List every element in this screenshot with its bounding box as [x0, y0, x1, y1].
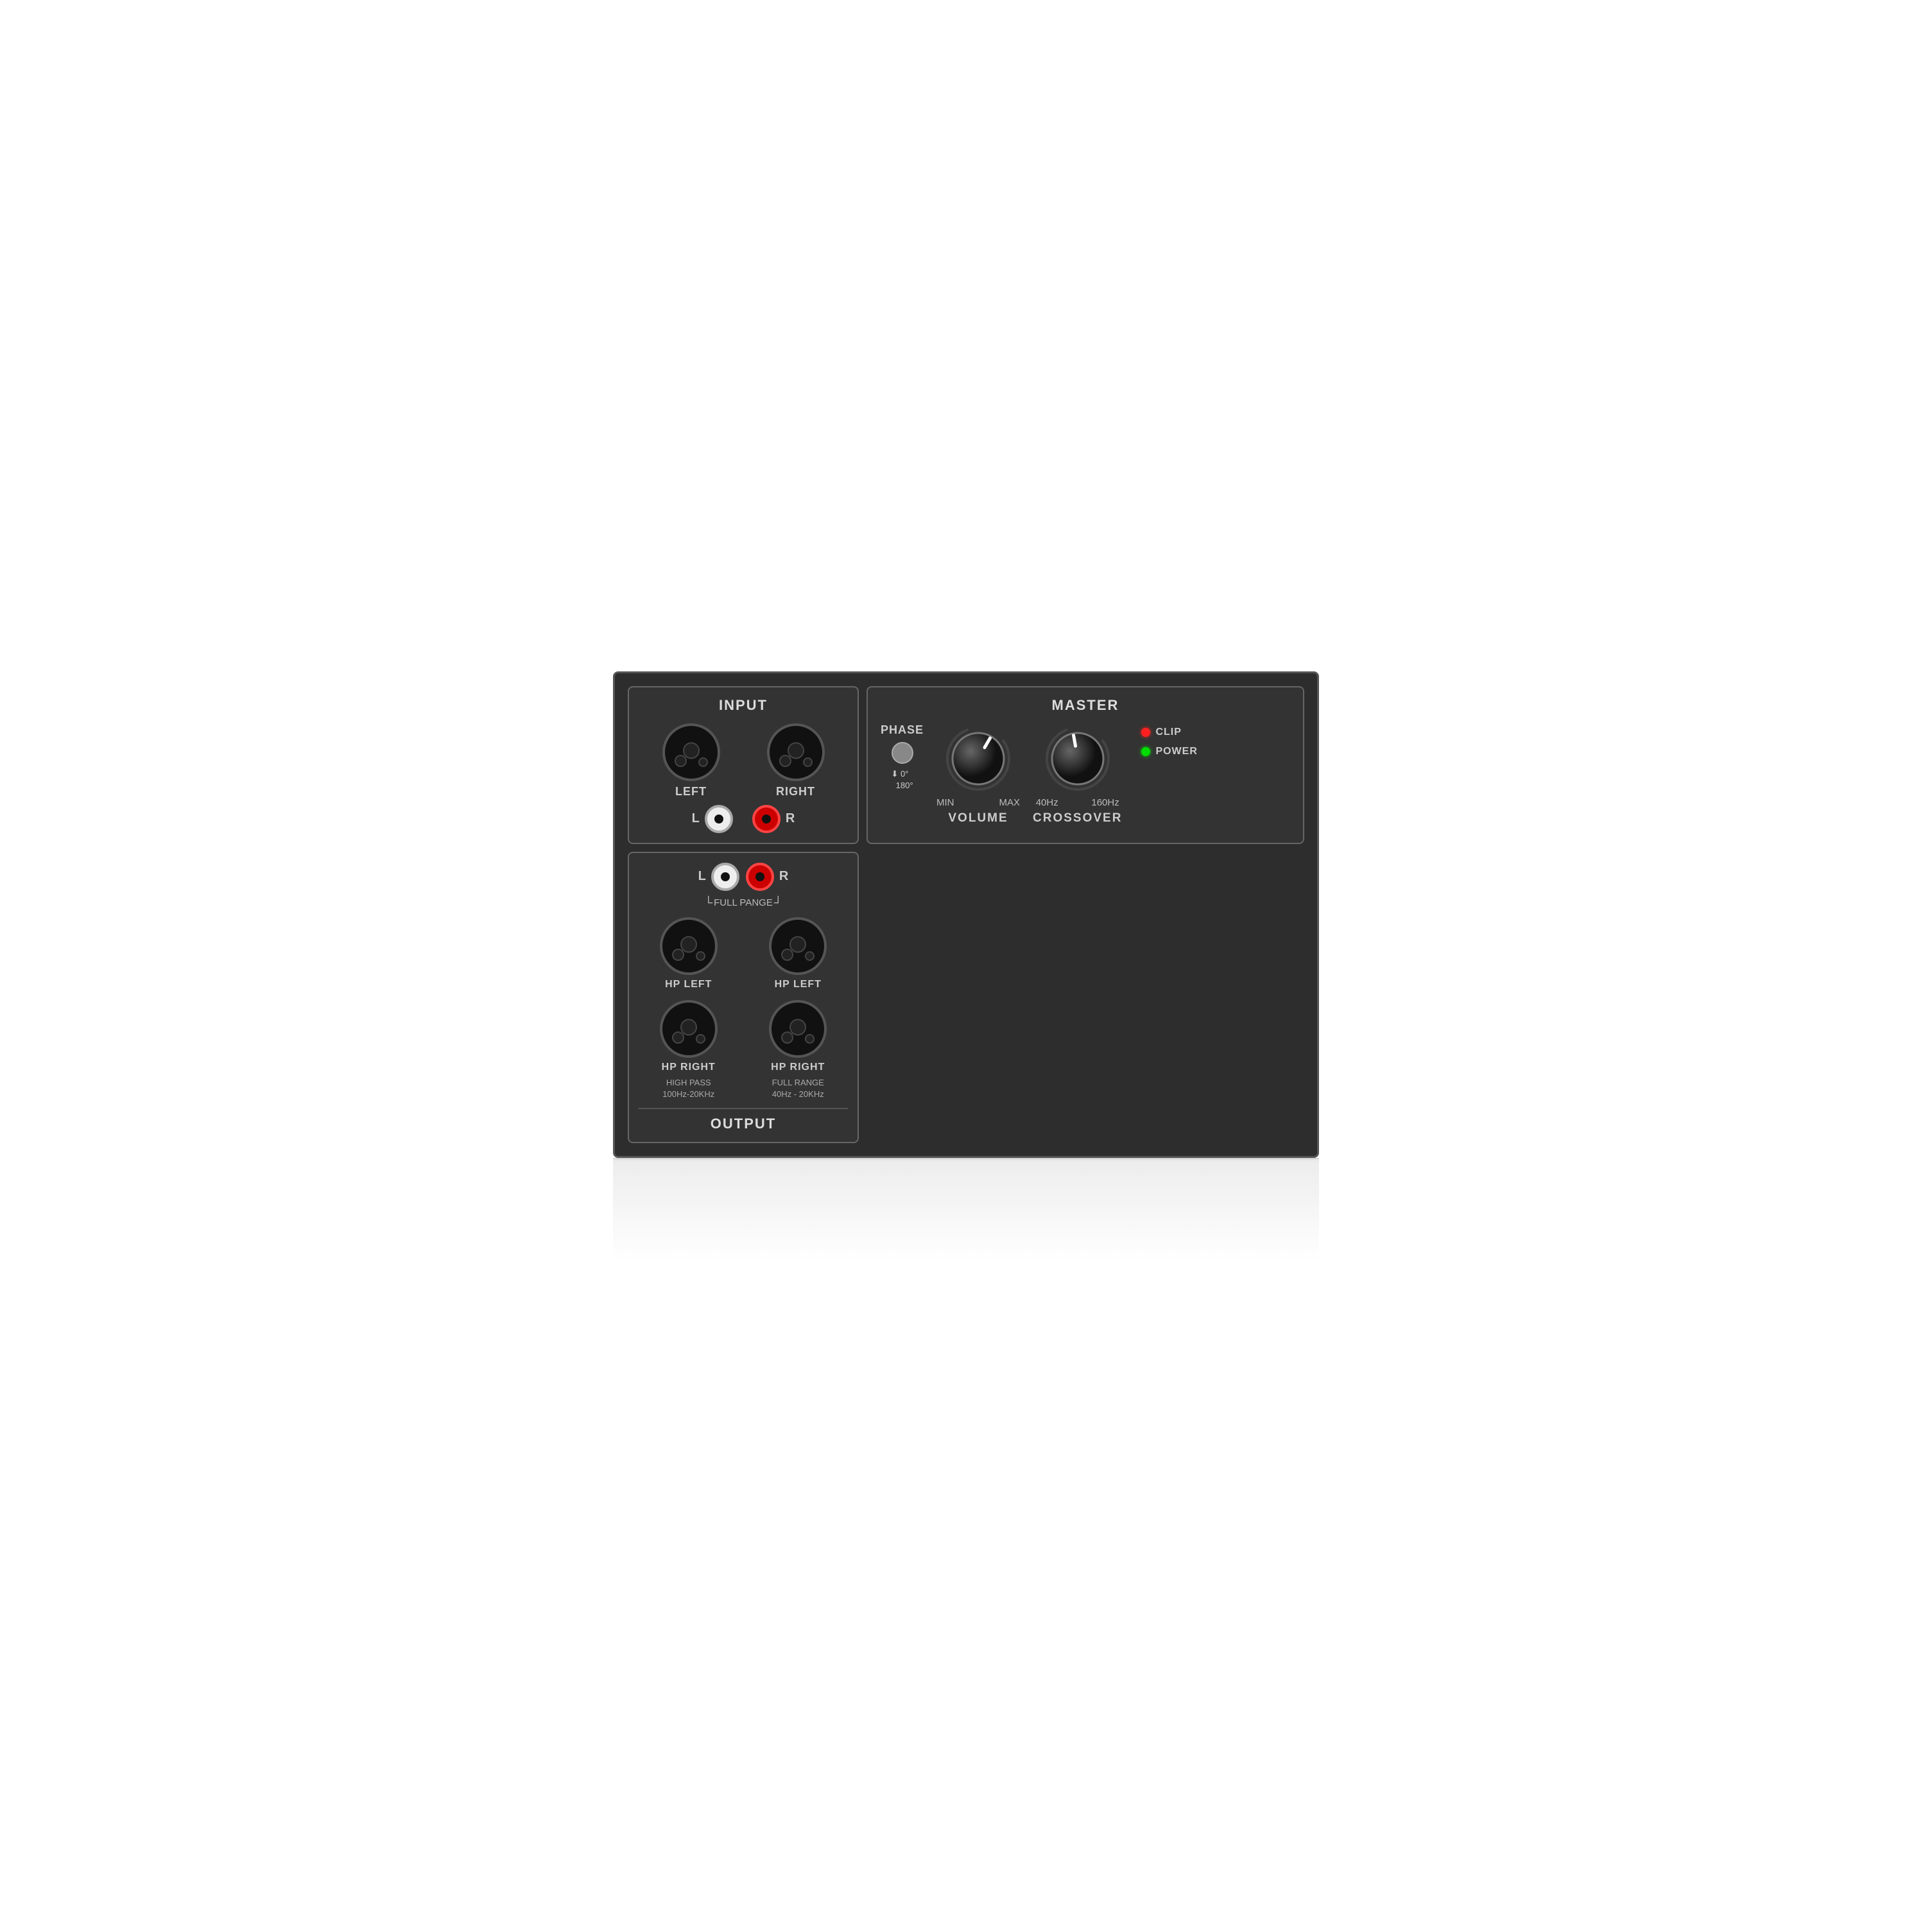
phase-icon: ⬇ 0°: [891, 769, 908, 779]
xlr-dot-hpl1: [696, 951, 705, 961]
input-title: INPUT: [639, 697, 848, 714]
volume-min: MIN: [936, 797, 954, 808]
output-rca-right[interactable]: [746, 863, 774, 891]
input-xlr-left: LEFT: [662, 723, 720, 798]
output-rca-left[interactable]: [711, 863, 739, 891]
rca-left-label: L: [692, 811, 700, 826]
input-rca-row: L R: [639, 805, 848, 833]
reflection-area: OUTPUT: [613, 1158, 1319, 1261]
full-pange-label: └ FULL PANGE ┘: [639, 896, 848, 910]
crossover-knob-container: [1042, 723, 1113, 794]
rca-right-group: R: [752, 805, 795, 833]
rca-inner-ol: [721, 872, 730, 881]
rca-right-label: R: [786, 811, 795, 826]
crossover-low: 40Hz: [1036, 797, 1058, 808]
hp-left-1-label: HP LEFT: [665, 979, 712, 990]
output-section: L R └ FULL: [628, 852, 859, 1143]
master-controls: PHASE ⬇ 0° 180°: [881, 723, 1290, 825]
hp-left-2-label: HP LEFT: [775, 979, 822, 990]
output-xlr-grid: HP LEFT HP LEFT HP RIGHT: [639, 917, 848, 1100]
hp-right-1-label: HP RIGHT: [662, 1062, 716, 1073]
volume-knob-container: [943, 723, 1013, 794]
power-indicator: POWER: [1141, 746, 1197, 757]
rca-inner-or: [755, 872, 764, 881]
crossover-range: 40Hz 160Hz: [1036, 797, 1119, 808]
volume-knob-svg[interactable]: [943, 723, 1013, 794]
phase-button[interactable]: [892, 742, 913, 764]
indicator-panel: CLIP POWER: [1141, 727, 1197, 757]
input-right-label: RIGHT: [776, 785, 815, 798]
crossover-knob-group: 40Hz 160Hz CROSSOVER: [1033, 723, 1122, 825]
input-section: INPUT LEFT RIGHT: [628, 686, 859, 844]
phase-label: PHASE: [881, 723, 924, 737]
reflection-inner: OUTPUT: [613, 1158, 1319, 1159]
xlr-dot: [698, 757, 708, 767]
output-rca-left-group: L: [698, 863, 739, 891]
bottom-row: L R └ FULL: [628, 852, 1304, 1143]
crossover-knob-svg[interactable]: [1042, 723, 1113, 794]
bracket-left: └: [704, 896, 712, 910]
full-pange-bracket: └ FULL PANGE ┘: [639, 896, 848, 910]
input-xlr-right: RIGHT: [767, 723, 825, 798]
output-rca-left-label: L: [698, 869, 706, 884]
clip-label: CLIP: [1155, 727, 1181, 738]
output-xlr-hp-left-2-socket[interactable]: [769, 917, 827, 975]
bracket-right: ┘: [774, 896, 782, 910]
input-xlr-left-socket[interactable]: [662, 723, 720, 781]
volume-knob-group: MIN MAX VOLUME: [936, 723, 1020, 825]
device-panel: INPUT LEFT RIGHT: [613, 671, 1319, 1158]
clip-indicator: CLIP: [1141, 727, 1197, 738]
rca-inner-r: [762, 815, 771, 824]
clip-dot: [1141, 728, 1150, 737]
rca-inner: [714, 815, 723, 824]
crossover-high: 160Hz: [1091, 797, 1119, 808]
hp-right-2-label: HP RIGHT: [771, 1062, 825, 1073]
output-hp-right-1: HP RIGHT HIGH PASS100Hz-20KHz: [639, 1000, 739, 1100]
top-row: INPUT LEFT RIGHT: [628, 686, 1304, 844]
xlr-dot-hpl2: [805, 951, 815, 961]
xlr-dot-hpr1: [696, 1034, 705, 1044]
xlr-dot-r: [803, 757, 813, 767]
phase-180: 180°: [896, 781, 913, 790]
output-hp-left-2: HP LEFT: [748, 917, 849, 990]
power-label: POWER: [1155, 746, 1197, 757]
rca-left-connector[interactable]: [705, 805, 733, 833]
crossover-group: 40Hz 160Hz CROSSOVER: [1033, 723, 1122, 825]
volume-range: MIN MAX: [936, 797, 1020, 808]
rca-right-connector[interactable]: [752, 805, 781, 833]
high-pass-info: HIGH PASS100Hz-20KHz: [662, 1077, 714, 1100]
reflection-panel: OUTPUT: [613, 1158, 1319, 1159]
main-container: INPUT LEFT RIGHT: [517, 671, 1415, 1261]
input-left-label: LEFT: [675, 785, 707, 798]
xlr-row: LEFT RIGHT: [639, 723, 848, 798]
power-dot: [1141, 747, 1150, 756]
output-rca-right-label: R: [779, 869, 788, 884]
volume-max: MAX: [999, 797, 1021, 808]
output-xlr-hp-right-2-socket[interactable]: [769, 1000, 827, 1058]
output-xlr-hp-right-1-socket[interactable]: [660, 1000, 718, 1058]
xlr-dot-hpr2: [805, 1034, 815, 1044]
master-title: MASTER: [881, 697, 1290, 714]
output-rca-right-group: R: [746, 863, 788, 891]
output-hp-left-1: HP LEFT: [639, 917, 739, 990]
crossover-label: CROSSOVER: [1033, 811, 1122, 825]
rca-left-group: L: [692, 805, 733, 833]
phase-0: 0°: [901, 769, 908, 779]
phase-angles: ⬇ 0° 180°: [891, 769, 913, 790]
full-range-info: FULL RANGE40Hz - 20KHz: [772, 1077, 824, 1100]
output-rca-row: L R: [639, 863, 848, 891]
output-xlr-hp-left-1-socket[interactable]: [660, 917, 718, 975]
phase-control: PHASE ⬇ 0° 180°: [881, 723, 924, 790]
full-pange-text: FULL PANGE: [714, 897, 773, 908]
input-xlr-right-socket[interactable]: [767, 723, 825, 781]
phase-180-text: 180°: [891, 781, 913, 790]
master-section: MASTER PHASE ⬇ 0° 180°: [867, 686, 1304, 844]
output-title: OUTPUT: [639, 1108, 848, 1132]
output-hp-right-2: HP RIGHT FULL RANGE40Hz - 20KHz: [748, 1000, 849, 1100]
volume-label: VOLUME: [948, 811, 1008, 825]
